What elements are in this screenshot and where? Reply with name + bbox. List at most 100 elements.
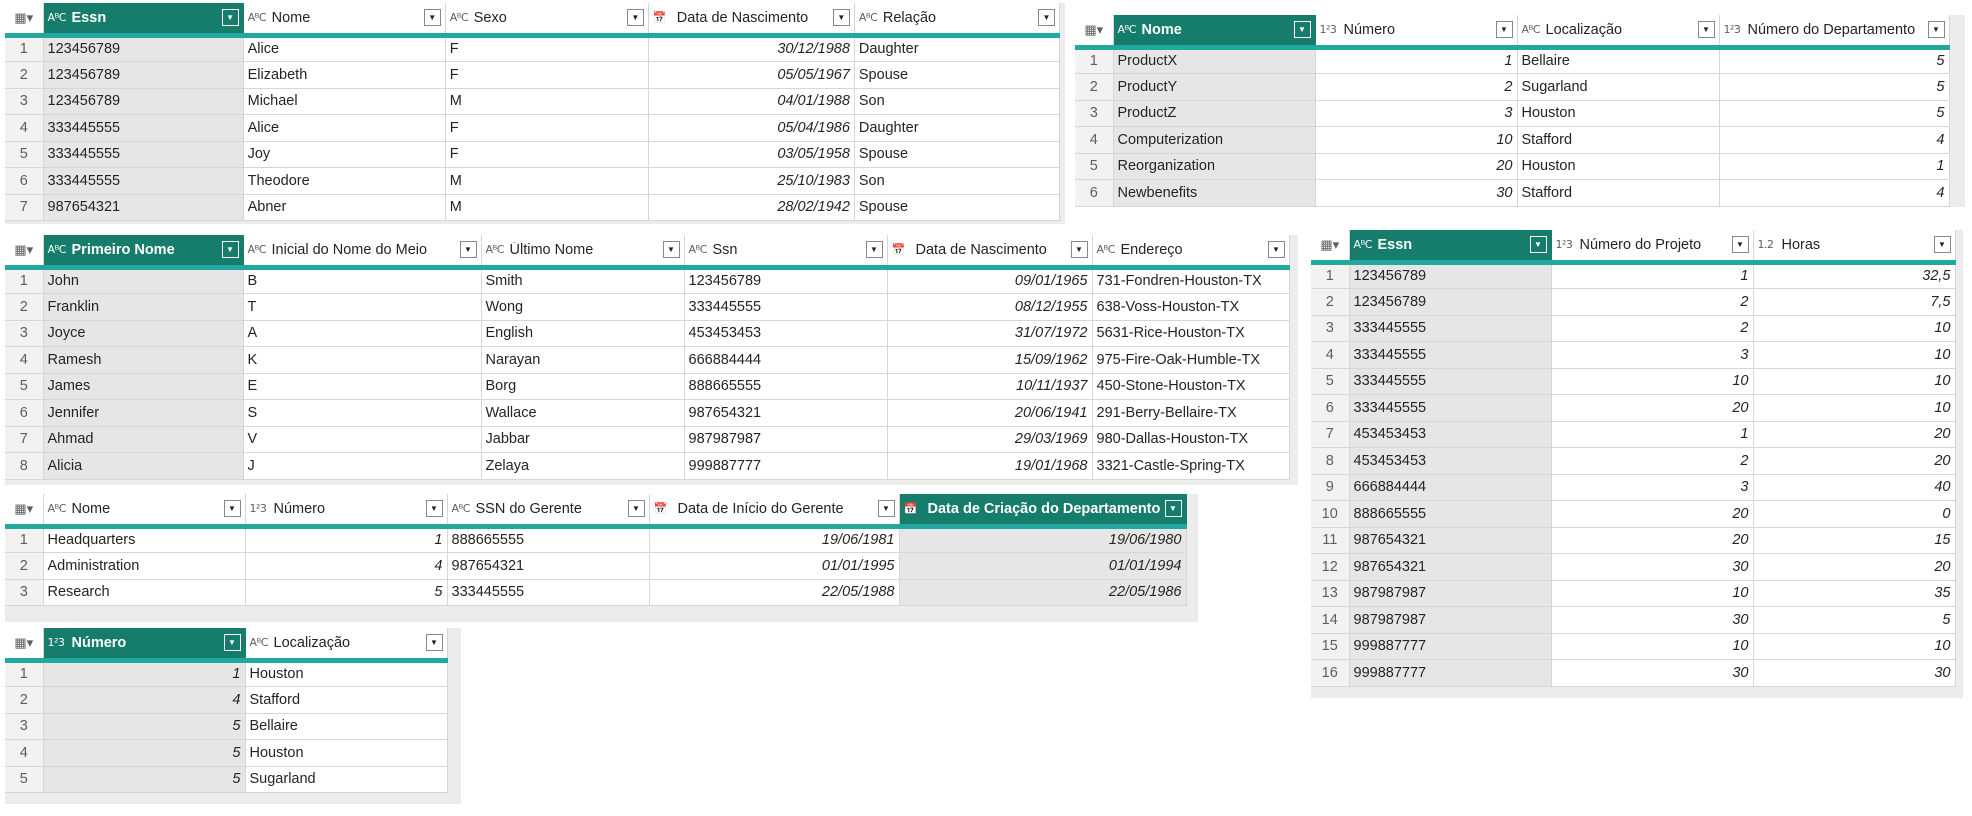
cell-ultimo-nome[interactable]: Wong	[481, 293, 685, 321]
filter-dropdown-icon[interactable]: ▼	[425, 500, 443, 518]
filter-dropdown-icon[interactable]: ▼	[627, 500, 645, 518]
column-header-endereco[interactable]: AᴮC Endereço ▼	[1092, 235, 1290, 270]
abc-text-icon[interactable]: AᴮC	[689, 243, 713, 256]
column-header-ssn[interactable]: AᴮC Ssn ▼	[684, 235, 888, 270]
column-header-ssn-do-gerente[interactable]: AᴮC SSN do Gerente ▼	[447, 494, 650, 529]
cell-numero[interactable]: 1	[1315, 47, 1518, 74]
cell-inicial-do-nome-do-meio[interactable]: B	[243, 267, 482, 294]
cell-primeiro-nome[interactable]: Ramesh	[43, 346, 244, 374]
cell-inicial-do-nome-do-meio[interactable]: T	[243, 293, 482, 321]
cell-ssn[interactable]: 123456789	[684, 267, 888, 294]
cell-ssn[interactable]: 333445555	[684, 293, 888, 321]
column-header-data-de-criacao-do-departamento[interactable]: 📅 Data de Criação do Departamento ▼	[899, 494, 1187, 529]
cell-essn[interactable]: 333445555	[43, 114, 244, 142]
cell-inicial-do-nome-do-meio[interactable]: S	[243, 399, 482, 427]
cell-sexo[interactable]: F	[445, 114, 649, 142]
cell-data-de-criacao-do-departamento[interactable]: 19/06/1980	[899, 526, 1187, 553]
cell-data-de-inicio-do-gerente[interactable]: 19/06/1981	[649, 526, 900, 553]
column-header-localizacao[interactable]: AᴮC Localização ▼	[245, 628, 448, 663]
row-number[interactable]: 6	[5, 399, 44, 427]
column-header-horas[interactable]: 1.2 Horas ▼	[1753, 230, 1956, 265]
cell-essn[interactable]: 123456789	[1349, 288, 1552, 316]
cell-essn[interactable]: 999887777	[1349, 633, 1552, 660]
cell-essn[interactable]: 123456789	[43, 35, 244, 62]
cell-horas[interactable]: 10	[1753, 394, 1956, 422]
cell-nome[interactable]: Headquarters	[43, 526, 246, 553]
cell-essn[interactable]: 333445555	[43, 141, 244, 168]
cell-essn[interactable]: 987654321	[43, 194, 244, 221]
cell-numero-do-projeto[interactable]: 10	[1551, 368, 1754, 395]
row-number[interactable]: 5	[1311, 368, 1350, 395]
cell-endereco[interactable]: 5631-Rice-Houston-TX	[1092, 320, 1290, 347]
cell-data-de-criacao-do-departamento[interactable]: 22/05/1986	[899, 579, 1187, 606]
row-number[interactable]: 12	[1311, 553, 1350, 581]
column-header-numero-do-departamento[interactable]: 1²3 Número do Departamento ▼	[1719, 15, 1950, 50]
cell-numero-do-departamento[interactable]: 4	[1719, 126, 1950, 154]
row-number[interactable]: 3	[5, 579, 44, 606]
filter-dropdown-icon[interactable]: ▼	[626, 9, 644, 27]
abc-text-icon[interactable]: AᴮC	[450, 11, 474, 24]
cell-numero[interactable]: 2	[1315, 73, 1518, 101]
calendar-icon[interactable]: 📅	[653, 11, 677, 24]
cell-relacao[interactable]: Spouse	[854, 141, 1061, 168]
cell-numero-do-projeto[interactable]: 30	[1551, 606, 1754, 634]
calendar-icon[interactable]: 📅	[892, 243, 916, 256]
cell-horas[interactable]: 10	[1753, 368, 1956, 395]
row-number[interactable]: 7	[1311, 421, 1350, 448]
cell-localizacao[interactable]: Houston	[1517, 153, 1720, 180]
cell-numero[interactable]: 10	[1315, 126, 1518, 154]
cell-essn[interactable]: 333445555	[1349, 394, 1552, 422]
row-number[interactable]: 2	[1311, 288, 1350, 316]
cell-nome[interactable]: Alice	[243, 35, 446, 62]
row-number[interactable]: 3	[1075, 100, 1114, 127]
row-number[interactable]: 3	[5, 88, 44, 115]
row-number[interactable]: 3	[5, 320, 44, 347]
cell-data-de-inicio-do-gerente[interactable]: 01/01/1995	[649, 552, 900, 580]
filter-dropdown-icon[interactable]: ▼	[1164, 500, 1182, 518]
cell-data-de-nascimento[interactable]: 31/07/1972	[887, 320, 1093, 347]
cell-sexo[interactable]: M	[445, 88, 649, 115]
cell-numero[interactable]: 3	[1315, 100, 1518, 127]
cell-nome[interactable]: Newbenefits	[1113, 179, 1316, 207]
row-number[interactable]: 3	[5, 713, 44, 740]
cell-horas[interactable]: 32,5	[1753, 262, 1956, 289]
cell-numero[interactable]: 5	[43, 713, 246, 740]
cell-horas[interactable]: 20	[1753, 421, 1956, 448]
cell-relacao[interactable]: Daughter	[854, 35, 1061, 62]
row-number[interactable]: 4	[1075, 126, 1114, 154]
abc-text-icon[interactable]: AᴮC	[1522, 23, 1546, 36]
cell-numero-do-projeto[interactable]: 1	[1551, 262, 1754, 289]
cell-horas[interactable]: 5	[1753, 606, 1956, 634]
cell-ultimo-nome[interactable]: English	[481, 320, 685, 347]
cell-ultimo-nome[interactable]: Borg	[481, 373, 685, 400]
filter-dropdown-icon[interactable]: ▼	[1933, 236, 1951, 254]
abc-text-icon[interactable]: AᴮC	[248, 243, 272, 256]
cell-data-de-nascimento[interactable]: 15/09/1962	[887, 346, 1093, 374]
filter-dropdown-icon[interactable]: ▼	[1267, 241, 1285, 259]
column-header-essn[interactable]: AᴮC Essn ▼	[1349, 230, 1552, 265]
cell-ssn[interactable]: 999887777	[684, 452, 888, 480]
cell-relacao[interactable]: Son	[854, 167, 1061, 195]
filter-dropdown-icon[interactable]: ▼	[662, 241, 680, 259]
row-number[interactable]: 3	[1311, 315, 1350, 342]
cell-numero-do-projeto[interactable]: 1	[1551, 421, 1754, 448]
filter-dropdown-icon[interactable]: ▼	[1038, 9, 1055, 27]
row-number[interactable]: 4	[5, 739, 44, 767]
cell-horas[interactable]: 40	[1753, 474, 1956, 501]
cell-numero-do-projeto[interactable]: 30	[1551, 659, 1754, 687]
cell-ultimo-nome[interactable]: Wallace	[481, 399, 685, 427]
cell-data-de-nascimento[interactable]: 28/02/1942	[648, 194, 855, 221]
cell-localizacao[interactable]: Stafford	[245, 686, 448, 714]
table-menu-button[interactable]: ▦▾	[5, 628, 44, 663]
cell-ssn[interactable]: 453453453	[684, 320, 888, 347]
cell-data-de-nascimento[interactable]: 08/12/1955	[887, 293, 1093, 321]
table-menu-button[interactable]: ▦▾	[5, 494, 44, 529]
abc-text-icon[interactable]: AᴮC	[859, 11, 883, 24]
cell-data-de-nascimento[interactable]: 03/05/1958	[648, 141, 855, 168]
column-header-data-de-nascimento[interactable]: 📅 Data de Nascimento ▼	[648, 3, 855, 38]
row-number[interactable]: 11	[1311, 527, 1350, 554]
row-number[interactable]: 14	[1311, 606, 1350, 634]
cell-nome[interactable]: Elizabeth	[243, 61, 446, 89]
cell-numero-do-projeto[interactable]: 2	[1551, 288, 1754, 316]
column-header-essn[interactable]: AᴮC Essn ▼	[43, 3, 244, 38]
